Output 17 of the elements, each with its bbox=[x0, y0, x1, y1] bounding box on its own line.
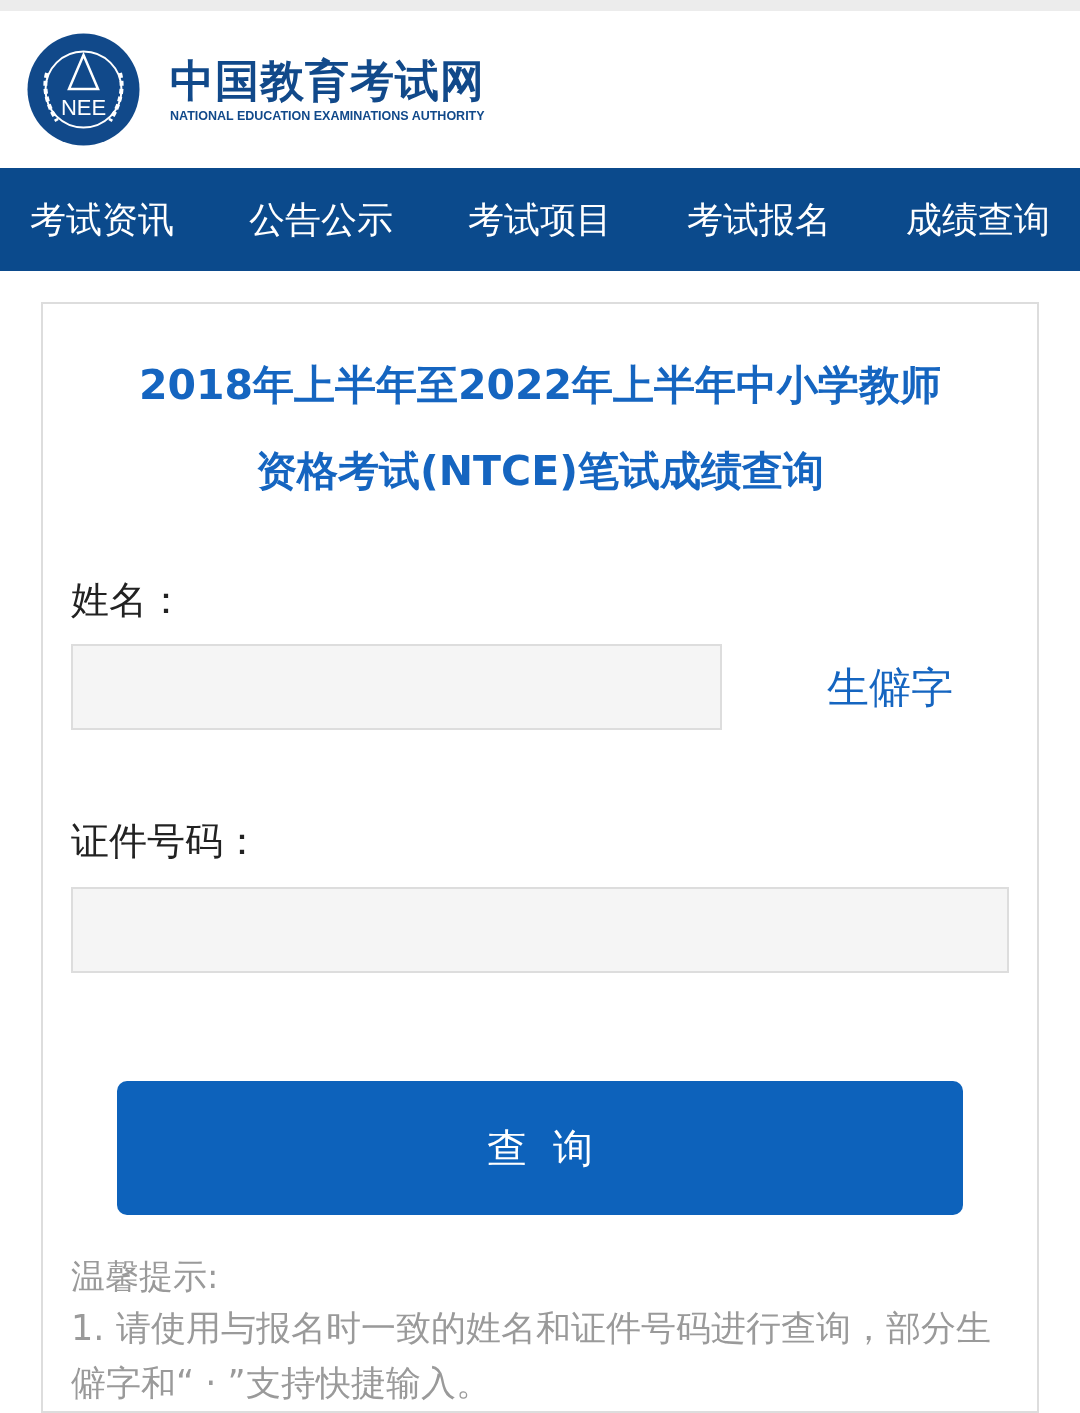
tip-text: 1. 请使用与报名时一致的姓名和证件号码进行查询，部分生僻字和“ · ”支持快捷输入。 bbox=[71, 1307, 992, 1405]
rare-character-link[interactable]: 生僻字 bbox=[827, 655, 953, 719]
name-label: 姓名： bbox=[71, 577, 186, 624]
nav-link[interactable]: 公告公示 bbox=[249, 201, 393, 238]
nav-link[interactable]: 考试报名 bbox=[687, 201, 831, 238]
id-number-label: 证件号码： bbox=[71, 818, 262, 865]
emblem-logo: NEE bbox=[27, 33, 140, 147]
page-title: 2018年上半年至2022年上半年中小学教师 资格考试(NTCE)笔试成绩查询 bbox=[137, 360, 943, 497]
nav-link[interactable]: 成绩查询 bbox=[906, 201, 1050, 238]
id-number-input[interactable] bbox=[71, 887, 1009, 973]
nav-link[interactable]: 考试资讯 bbox=[30, 201, 174, 238]
query-button[interactable]: 查 询 bbox=[117, 1081, 963, 1215]
name-input[interactable] bbox=[71, 644, 722, 730]
site-name-english: NATIONAL EDUCATION EXAMINATIONS AUTHORITY bbox=[170, 107, 485, 125]
site-name: 中国教育考试网 bbox=[170, 54, 485, 107]
nav-link[interactable]: 考试项目 bbox=[468, 201, 612, 238]
tips-heading: 温馨提示: bbox=[71, 1255, 220, 1298]
